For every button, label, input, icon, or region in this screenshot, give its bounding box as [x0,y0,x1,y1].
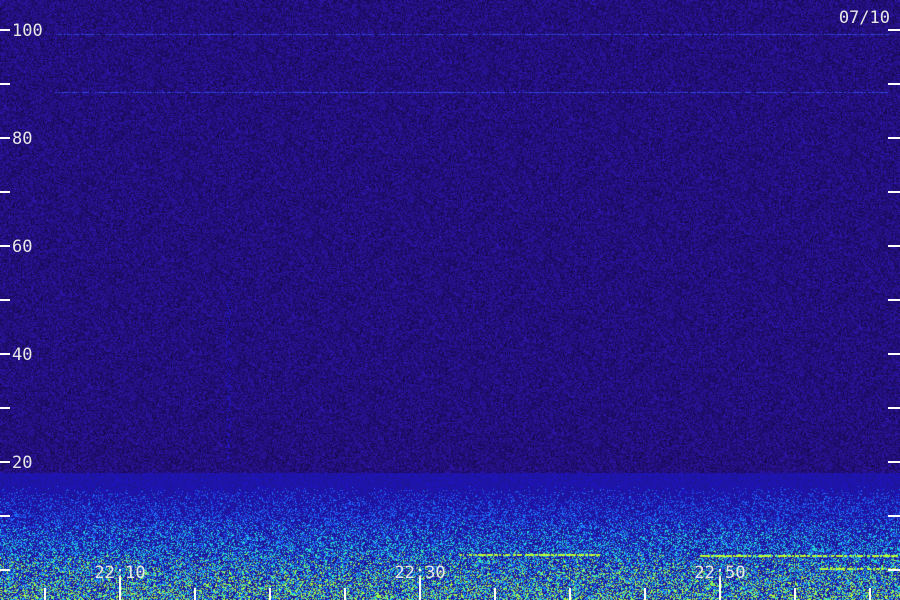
y-axis-right [888,29,900,571]
x-tick-label: 22:30 [394,563,445,583]
spectrogram-axes: 20 40 60 80 100 22:10 22:30 22:50 07/10 [0,8,900,600]
y-tick-label: 100 [12,21,43,41]
spectrogram-chart: 20 40 60 80 100 22:10 22:30 22:50 07/10 [0,0,900,600]
x-tick-label: 22:10 [94,563,145,583]
x-tick-label: 22:50 [694,563,745,583]
y-tick-label: 20 [12,453,32,473]
y-tick-label: 80 [12,129,32,149]
y-axis-left: 20 40 60 80 100 [0,21,43,571]
y-tick-label: 60 [12,237,32,257]
date-label: 07/10 [839,8,890,28]
y-tick-label: 40 [12,345,32,365]
x-axis: 22:10 22:30 22:50 [44,563,871,600]
